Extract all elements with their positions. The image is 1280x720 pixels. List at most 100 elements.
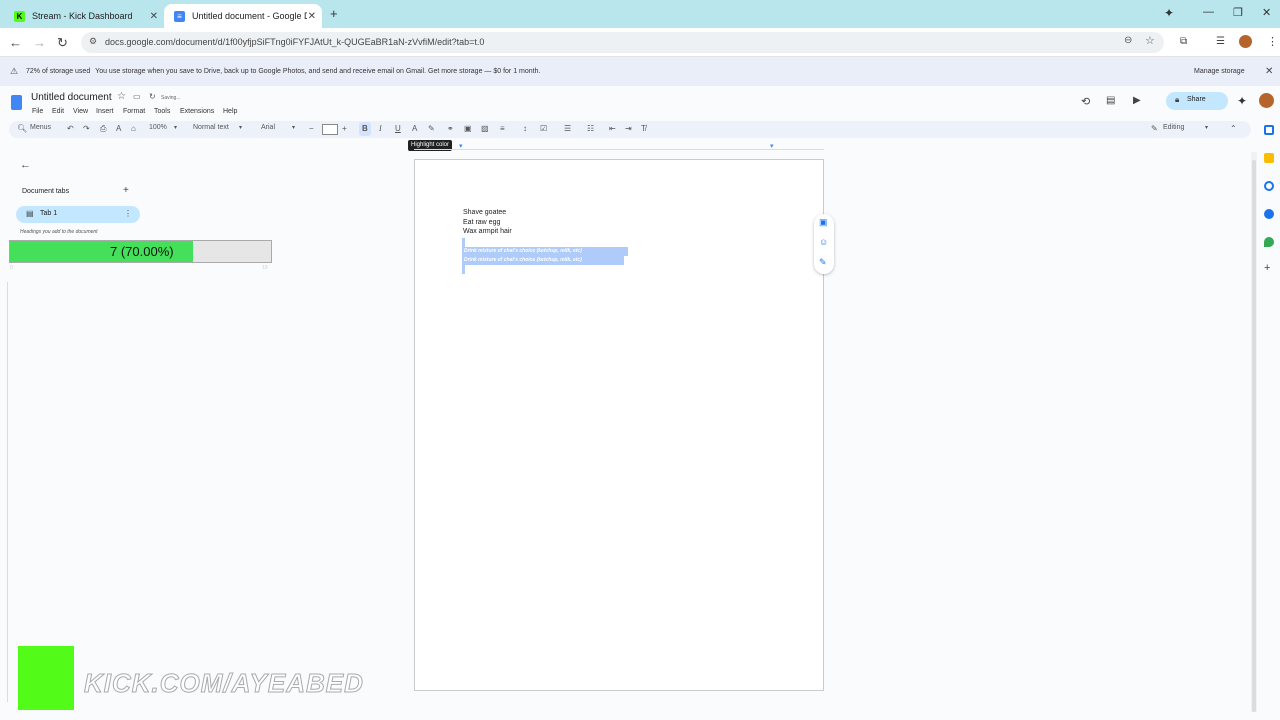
gemini-icon[interactable]: ✦	[1237, 94, 1247, 108]
restore-icon[interactable]: ❐	[1233, 6, 1243, 19]
highlight-color-icon[interactable]: ✎	[428, 124, 435, 133]
close-banner-icon[interactable]: ✕	[1265, 66, 1273, 77]
close-tab-icon[interactable]: ✕	[150, 11, 158, 22]
emoji-reaction-icon[interactable]: ☺	[819, 237, 828, 247]
text-line[interactable]: Shave goatee	[463, 209, 506, 216]
url-text[interactable]: docs.google.com/document/d/1f00yfjpSiFTn…	[105, 37, 484, 47]
clear-formatting-icon[interactable]: T̸	[641, 124, 646, 133]
cast-icon[interactable]: ⧉	[1180, 36, 1187, 47]
left-indent-marker-icon[interactable]: ▾	[459, 142, 463, 150]
tasks-icon[interactable]	[1264, 181, 1274, 191]
increase-indent-icon[interactable]: ⇥	[625, 124, 632, 133]
line-spacing-icon[interactable]: ↕	[523, 124, 527, 133]
back-arrow-icon[interactable]: ←	[20, 159, 31, 171]
gemini-icon[interactable]: ✦	[1164, 6, 1174, 20]
style-select[interactable]: Normal text	[193, 124, 229, 131]
kick-favicon-icon: K	[14, 10, 25, 22]
keep-icon[interactable]	[1264, 153, 1274, 163]
calendar-icon[interactable]	[1264, 125, 1274, 135]
menu-file[interactable]: File	[32, 108, 43, 115]
minimize-icon[interactable]: —	[1203, 6, 1214, 18]
menu-edit[interactable]: Edit	[52, 108, 64, 115]
decrease-font-size-icon[interactable]: −	[309, 124, 314, 133]
manage-storage-link[interactable]: Manage storage	[1194, 68, 1245, 75]
document-tabs-panel: ← Document tabs + ▤ Tab 1 ⋮ Headings you…	[0, 150, 300, 720]
contacts-icon[interactable]	[1264, 209, 1274, 219]
zoom-icon[interactable]: ⊖	[1124, 35, 1132, 46]
bulleted-list-icon[interactable]: ☰	[564, 124, 571, 133]
browser-tab-kick[interactable]: K Stream - Kick Dashboard ✕	[4, 4, 164, 28]
insert-link-icon[interactable]: ⚭	[447, 124, 454, 133]
browser-menu-icon[interactable]: ⋮	[1267, 35, 1278, 48]
add-tab-icon[interactable]: +	[123, 185, 129, 196]
move-folder-icon[interactable]: ▭	[133, 92, 141, 101]
storage-banner: ⚠ 72% of storage used You use storage wh…	[0, 57, 1280, 86]
chevron-down-icon: ▾	[239, 125, 243, 131]
bold-icon[interactable]: B	[362, 124, 368, 133]
print-icon[interactable]: ⎙	[100, 124, 106, 134]
undo-icon[interactable]: ↶	[67, 124, 74, 133]
text-line[interactable]: Eat raw egg	[463, 219, 500, 226]
zoom-select[interactable]: 100%	[149, 124, 167, 131]
selected-text-line[interactable]: Drink mixture of chat's choice (ketchup,…	[462, 256, 624, 265]
search-menus-label[interactable]: Menus	[30, 124, 51, 131]
italic-icon[interactable]: I	[379, 124, 382, 133]
site-info-icon[interactable]: ⚙	[89, 36, 97, 47]
insert-image-icon[interactable]: ▨	[481, 124, 489, 133]
add-addon-icon[interactable]: +	[1264, 262, 1270, 274]
new-tab-icon[interactable]: +	[330, 6, 338, 21]
comments-icon[interactable]: ▤	[1106, 95, 1115, 106]
text-line[interactable]: Wax armpit hair	[463, 228, 512, 235]
share-button[interactable]: 🔒︎ Share	[1166, 92, 1228, 110]
redo-icon[interactable]: ↷	[83, 124, 90, 133]
text-color-icon[interactable]: A	[412, 124, 417, 133]
search-menus-icon[interactable]: 🔍︎	[17, 124, 27, 133]
menu-view[interactable]: View	[73, 108, 88, 115]
paint-format-icon[interactable]: ⌂	[131, 124, 136, 133]
maps-icon[interactable]	[1264, 237, 1274, 247]
sidebar-item-tab1[interactable]: ▤ Tab 1 ⋮	[16, 206, 140, 223]
omnibox[interactable]: ⚙ docs.google.com/document/d/1f00yfjpSiF…	[81, 32, 1164, 53]
back-icon[interactable]: ←	[9, 35, 22, 50]
checklist-icon[interactable]: ☑	[540, 124, 547, 133]
menu-extensions[interactable]: Extensions	[180, 108, 214, 115]
tab-title: Stream - Kick Dashboard	[32, 11, 133, 21]
document-page[interactable]: Shave goatee Eat raw egg Wax armpit hair…	[414, 159, 824, 691]
align-icon[interactable]: ≡	[500, 124, 505, 133]
tab-options-icon[interactable]: ⋮	[124, 209, 132, 218]
numbered-list-icon[interactable]: ☷	[587, 124, 594, 133]
reading-list-icon[interactable]: ☰	[1216, 36, 1225, 47]
add-comment-icon[interactable]: ▣	[464, 124, 472, 133]
browser-tab-strip: K Stream - Kick Dashboard ✕ ≡ Untitled d…	[0, 0, 1280, 28]
selected-text-line[interactable]: Drink mixture of chat's choice (ketchup,…	[462, 247, 628, 256]
font-size-input[interactable]	[322, 124, 338, 135]
menu-tools[interactable]: Tools	[154, 108, 170, 115]
close-window-icon[interactable]: ✕	[1262, 6, 1271, 19]
menu-insert[interactable]: Insert	[96, 108, 114, 115]
menu-help[interactable]: Help	[223, 108, 237, 115]
scrollbar-thumb[interactable]	[1252, 160, 1256, 712]
bookmark-star-icon[interactable]: ☆	[1145, 34, 1155, 47]
browser-tab-docs[interactable]: ≡ Untitled document - Google Do ✕	[164, 4, 322, 28]
underline-icon[interactable]: U	[395, 124, 401, 133]
spellcheck-icon[interactable]: A	[116, 124, 121, 133]
document-title[interactable]: Untitled document	[31, 92, 112, 103]
star-icon[interactable]: ☆	[117, 91, 126, 102]
mode-select[interactable]: Editing	[1163, 124, 1184, 131]
font-select[interactable]: Arial	[261, 124, 275, 131]
right-indent-marker-icon[interactable]: ▾	[770, 142, 774, 150]
forward-icon[interactable]: →	[33, 35, 46, 50]
reload-icon[interactable]: ↻	[57, 35, 68, 51]
close-tab-icon[interactable]: ✕	[308, 11, 316, 22]
suggest-edits-icon[interactable]: ✎	[819, 257, 827, 268]
menu-format[interactable]: Format	[123, 108, 145, 115]
account-avatar[interactable]	[1259, 93, 1274, 108]
profile-avatar[interactable]	[1239, 35, 1252, 48]
docs-logo-icon[interactable]	[11, 95, 22, 110]
increase-font-size-icon[interactable]: +	[342, 124, 347, 133]
meet-icon[interactable]: ▶	[1133, 95, 1141, 106]
collapse-toolbar-icon[interactable]: ⌃	[1230, 124, 1237, 133]
version-history-icon[interactable]: ⟲	[1081, 95, 1090, 108]
decrease-indent-icon[interactable]: ⇤	[609, 124, 616, 133]
add-comment-icon[interactable]: ▣	[819, 217, 828, 228]
